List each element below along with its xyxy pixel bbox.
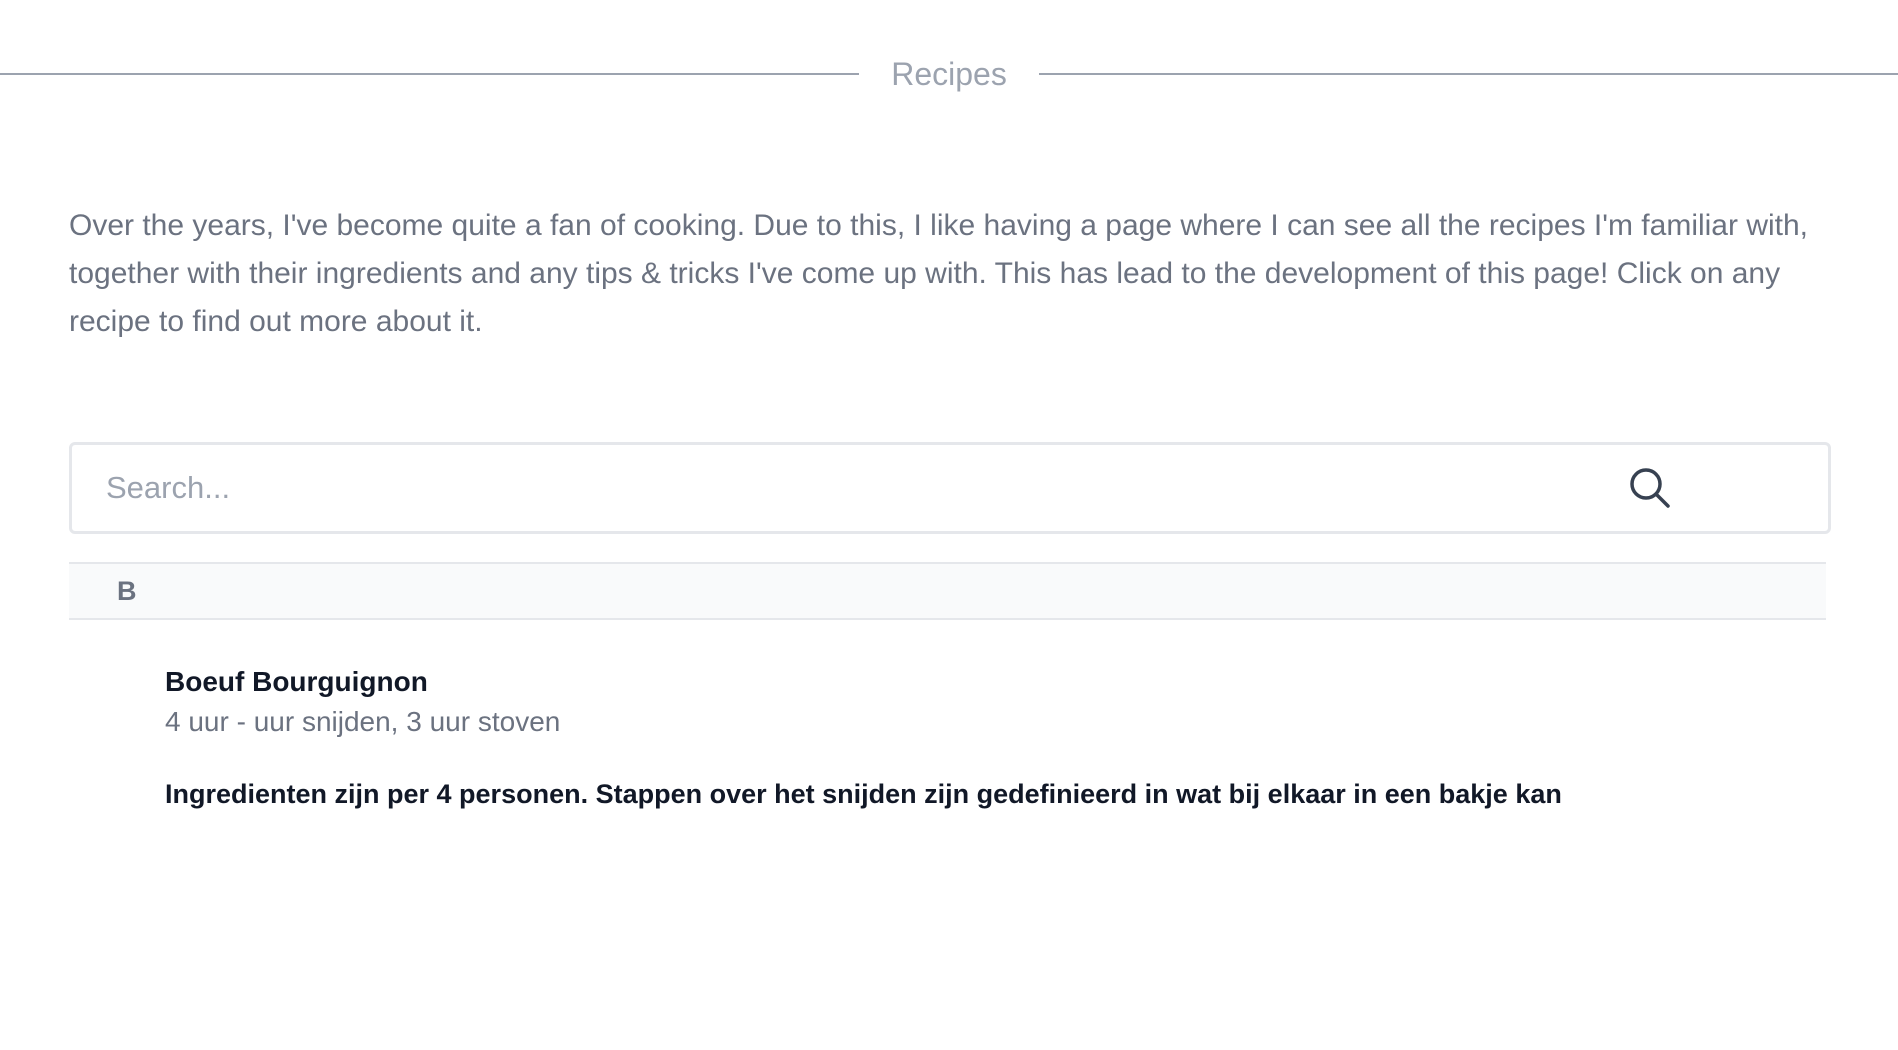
- divider-line-right: [1038, 73, 1898, 75]
- recipe-duration: 4 uur - uur snijden, 3 uur stoven: [165, 706, 561, 737]
- divider-line-left: [0, 73, 860, 75]
- group-header-b: B: [69, 562, 1826, 620]
- page-title: Recipes: [891, 56, 1007, 92]
- group-letter: B: [117, 576, 137, 606]
- search-icon[interactable]: [1628, 466, 1672, 510]
- recipe-description: Ingredienten zijn per 4 personen. Stappe…: [165, 779, 1562, 809]
- intro-paragraph: Over the years, I've become quite a fan …: [69, 209, 1809, 338]
- page-title-divider: Recipes: [0, 53, 1898, 95]
- recipe-name: Boeuf Bourguignon: [165, 666, 428, 697]
- search-input[interactable]: [72, 445, 1632, 531]
- recipe-item-boeuf-bourguignon[interactable]: Boeuf Bourguignon 4 uur - uur snijden, 3…: [165, 662, 1765, 814]
- search-box: [69, 442, 1831, 534]
